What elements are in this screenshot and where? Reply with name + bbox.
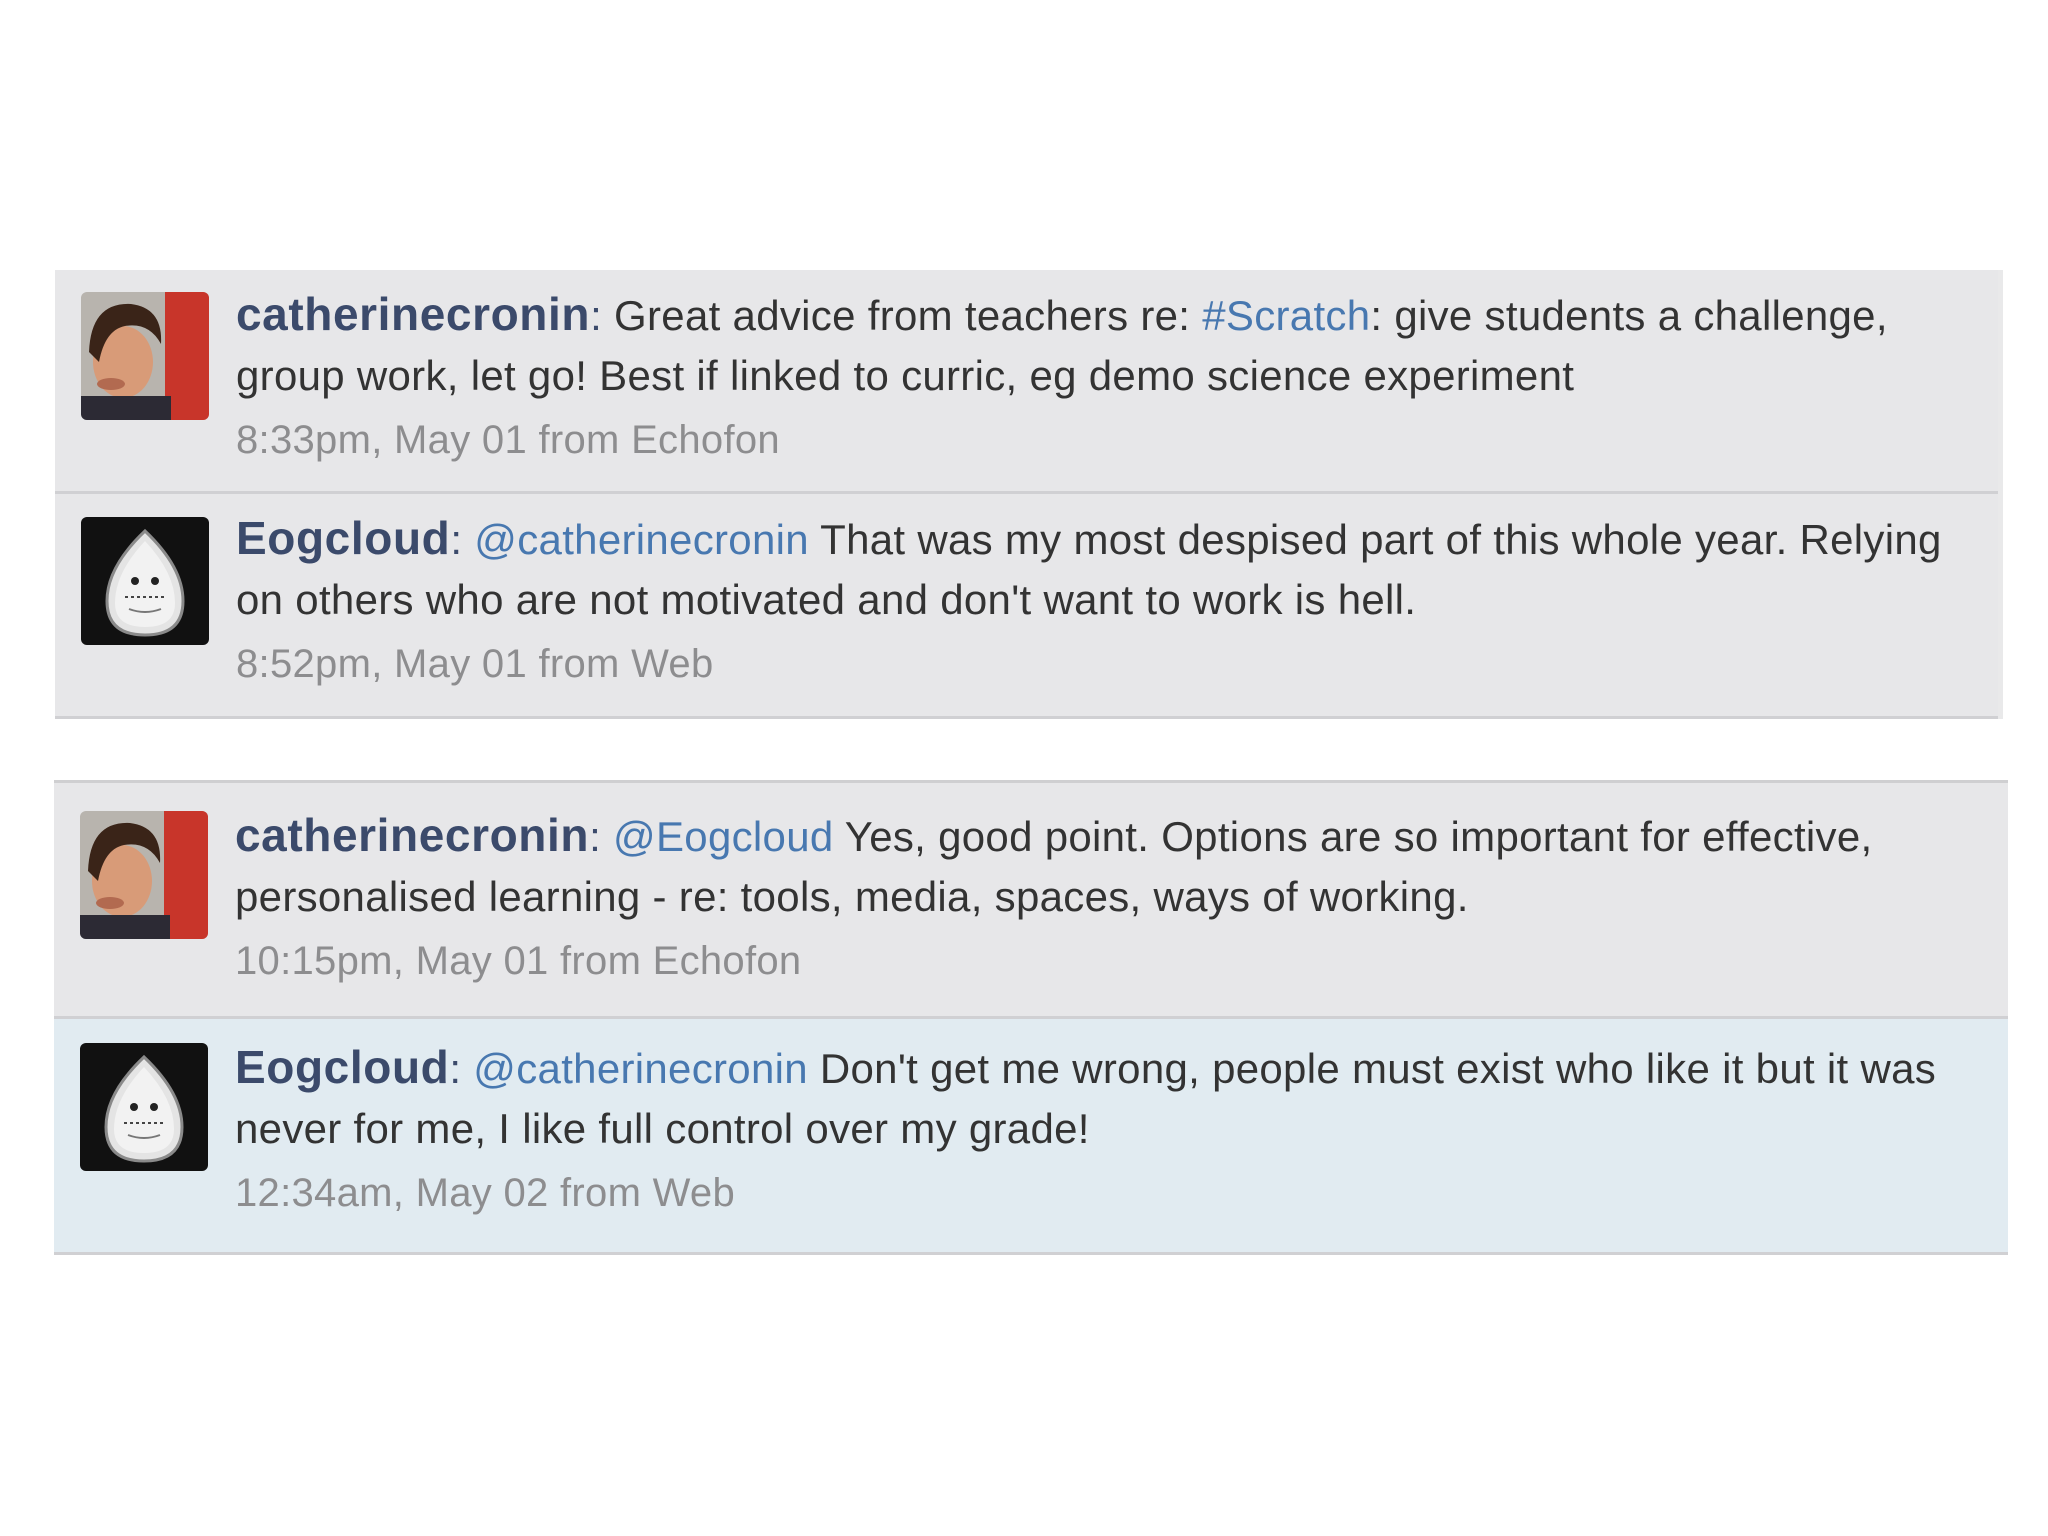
- tweet-content: Eogcloud: @catherinecronin That was my m…: [236, 508, 1970, 688]
- tweet-content: Eogcloud: @catherinecronin Don't get me …: [235, 1037, 1980, 1217]
- timestamp-link[interactable]: 8:52pm, May 01: [236, 642, 527, 686]
- tweet-text: catherinecronin: Great advice from teach…: [236, 288, 1888, 399]
- tweet-item: catherinecronin: Great advice from teach…: [55, 270, 1998, 494]
- tweet-source: from Echofon: [559, 939, 802, 983]
- tweet-content: catherinecronin: Great advice from teach…: [236, 284, 1970, 464]
- woman-portrait-avatar-icon: [80, 811, 208, 939]
- tweet-text: catherinecronin: @Eogcloud Yes, good poi…: [235, 809, 1873, 920]
- tweet-meta: 10:15pm, May 01 from Echofon: [235, 937, 1980, 985]
- egg-character-avatar-icon: [81, 517, 209, 645]
- tweet-source: from Web: [559, 1171, 736, 1215]
- tweet-meta: 8:52pm, May 01 from Web: [236, 640, 1970, 688]
- user-avatar[interactable]: [80, 1043, 208, 1171]
- hashtag-link[interactable]: #Scratch: [1202, 292, 1370, 339]
- tweet-text: Eogcloud: @catherinecronin That was my m…: [236, 512, 1942, 623]
- timestamp-link[interactable]: 8:33pm, May 01: [236, 418, 527, 462]
- mention-link[interactable]: @catherinecronin: [473, 1045, 808, 1092]
- tweet-meta: 12:34am, May 02 from Web: [235, 1169, 1980, 1217]
- timeline-panel-bottom: catherinecronin: @Eogcloud Yes, good poi…: [54, 780, 2008, 1255]
- egg-character-avatar-icon: [80, 1043, 208, 1171]
- timestamp-link[interactable]: 12:34am, May 02: [235, 1171, 549, 1215]
- user-avatar[interactable]: [81, 517, 209, 645]
- tweet-item: Eogcloud: @catherinecronin That was my m…: [55, 494, 1998, 719]
- woman-portrait-avatar-icon: [81, 292, 209, 420]
- tweet-item: catherinecronin: @Eogcloud Yes, good poi…: [54, 783, 2008, 1019]
- user-avatar[interactable]: [81, 292, 209, 420]
- username-link[interactable]: catherinecronin: [235, 809, 589, 861]
- tweet-text: Eogcloud: @catherinecronin Don't get me …: [235, 1041, 1937, 1152]
- tweet-source: from Web: [538, 642, 714, 686]
- user-avatar[interactable]: [80, 811, 208, 939]
- username-link[interactable]: Eogcloud: [235, 1041, 449, 1093]
- timeline-panel-top: catherinecronin: Great advice from teach…: [55, 270, 2003, 719]
- tweet-meta: 8:33pm, May 01 from Echofon: [236, 416, 1970, 464]
- mention-link[interactable]: @Eogcloud: [613, 813, 833, 860]
- timestamp-link[interactable]: 10:15pm, May 01: [235, 939, 549, 983]
- tweet-item-highlighted: Eogcloud: @catherinecronin Don't get me …: [54, 1019, 2008, 1255]
- username-link[interactable]: catherinecronin: [236, 288, 590, 340]
- tweet-content: catherinecronin: @Eogcloud Yes, good poi…: [235, 805, 1980, 985]
- username-link[interactable]: Eogcloud: [236, 512, 450, 564]
- tweet-source: from Echofon: [538, 418, 780, 462]
- tweet-message: Great advice from teachers re:: [614, 292, 1203, 339]
- mention-link[interactable]: @catherinecronin: [474, 516, 809, 563]
